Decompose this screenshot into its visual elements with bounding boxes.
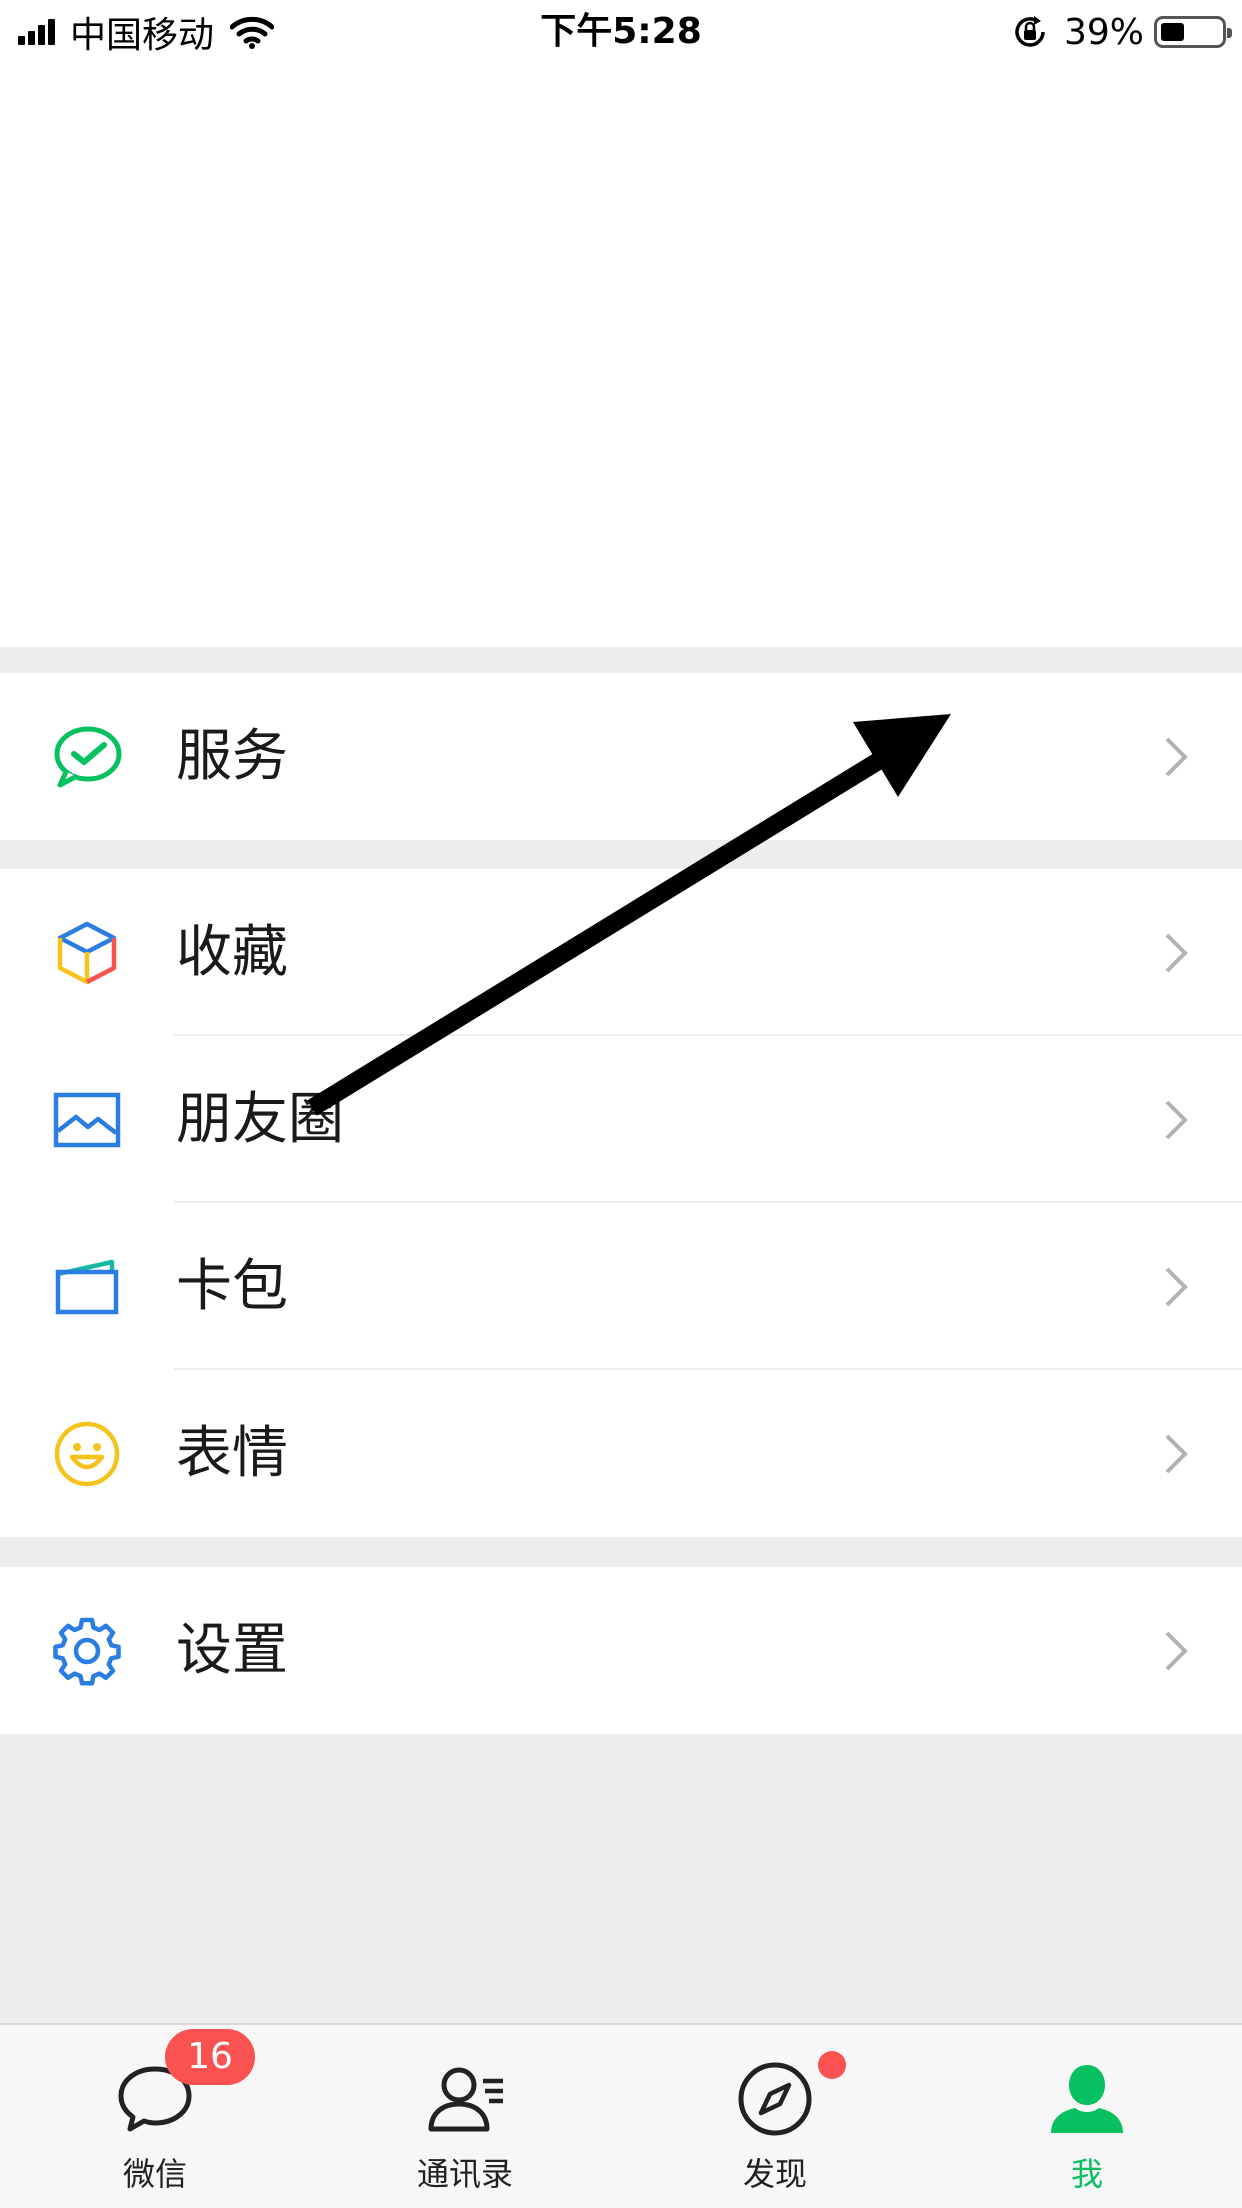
menu-item-settings[interactable]: 设置 [0,1567,1242,1734]
orientation-lock-icon [1015,16,1045,47]
menu-item-stickers[interactable]: 表情 [0,1370,1242,1537]
menu-label-stickers: 表情 [176,1421,288,1486]
menu-item-moments[interactable]: 朋友圈 [0,1036,1242,1203]
status-right: 39% [1010,8,1232,56]
person-icon [1051,2065,1123,2133]
chevron-right-icon [1165,1434,1188,1473]
menu-group-settings: 设置 [0,1567,1242,1734]
contacts-icon [428,2067,503,2132]
moments-picture-icon [52,1085,122,1155]
compass-icon [738,2062,812,2136]
tab-label-chats: 微信 [122,2155,187,2193]
smiley-icon [52,1419,122,1489]
menu-label-service: 服务 [176,724,288,789]
battery-fill [1161,23,1184,41]
menu-group-main: 收藏 朋友圈 卡包 表情 [0,869,1242,1537]
chevron-right-icon [1165,737,1188,776]
tab-label-me: 我 [1070,2155,1103,2193]
menu-item-favorites[interactable]: 收藏 [0,869,1242,1036]
menu-item-service[interactable]: 服务 [0,673,1242,840]
tab-bar: 16 微信 通讯录 发现 我 [0,2023,1242,2208]
favorites-cube-icon [52,918,122,988]
battery-percent: 39% [1063,11,1144,53]
tab-me[interactable]: 我 [932,2025,1242,2208]
service-icon [52,722,122,792]
tab-discover[interactable]: 发现 [620,2025,930,2208]
profile-header[interactable] [0,64,1242,647]
tab-contacts[interactable]: 通讯录 [310,2025,620,2208]
battery-icon [1154,16,1232,48]
menu-label-cards: 卡包 [176,1254,288,1319]
menu-label-moments: 朋友圈 [176,1087,344,1152]
unread-badge: 16 [165,2029,255,2085]
menu-item-cards[interactable]: 卡包 [0,1203,1242,1370]
chevron-right-icon [1165,1100,1188,1139]
status-bar: 中国移动 下午5:28 39% [0,0,1242,64]
chevron-right-icon [1165,1631,1188,1670]
gear-icon [52,1616,122,1686]
notification-dot [818,2051,846,2079]
menu-group-service: 服务 [0,673,1242,840]
tab-label-contacts: 通讯录 [416,2155,513,2193]
wallet-card-icon [52,1252,122,1322]
menu-label-settings: 设置 [176,1618,288,1683]
chevron-right-icon [1165,933,1188,972]
tab-label-discover: 发现 [742,2155,807,2193]
menu-label-favorites: 收藏 [176,920,288,985]
tab-chats[interactable]: 16 微信 [0,2025,310,2208]
chevron-right-icon [1165,1267,1188,1306]
